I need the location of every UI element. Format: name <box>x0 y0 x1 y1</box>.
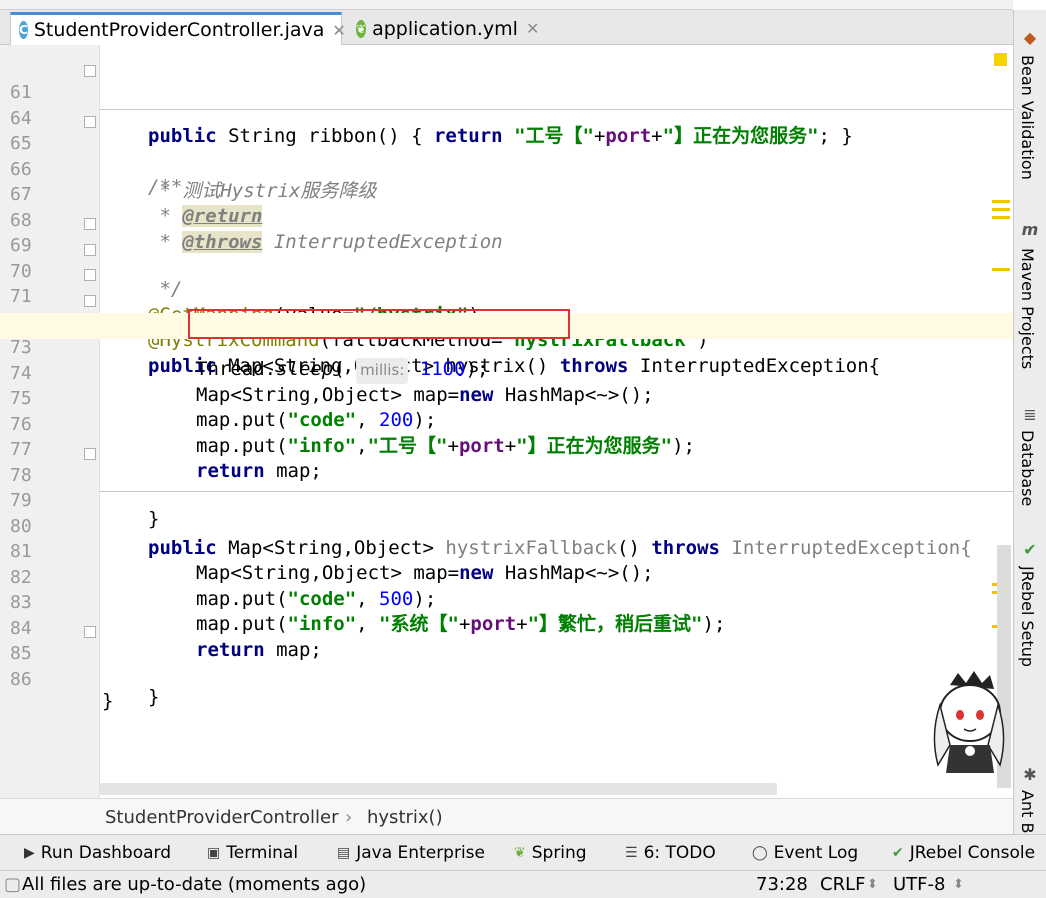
code-line: 83 map.put("info", "系统【"+port+"】繁忙，稍后重试"… <box>10 592 726 635</box>
status-bar: ▢ All files are up-to-date (moments ago)… <box>0 870 1046 898</box>
error-stripe-marker[interactable] <box>992 216 1010 219</box>
spring-icon: ❦ <box>514 845 526 861</box>
code-line: 64 <box>0 84 1013 129</box>
ant-icon: ✱ <box>1023 765 1037 784</box>
tool-event-log[interactable]: ◯ Event Log <box>752 843 858 863</box>
tab-student-provider-controller[interactable]: C StudentProviderController.java ✕ <box>10 12 346 45</box>
code-line: 66 * 测试Hystrix服务降级 <box>10 159 377 202</box>
right-tool-strip: ◆ Bean Validation m Maven Projects ≣ Dat… <box>1013 10 1046 834</box>
java-class-icon: C <box>19 21 28 39</box>
tool-terminal[interactable]: ▣ Terminal <box>207 843 298 863</box>
error-stripe-marker[interactable] <box>992 268 1010 271</box>
tool-run-dashboard[interactable]: ▶ Run Dashboard <box>24 843 171 863</box>
close-icon[interactable]: ✕ <box>526 19 539 38</box>
tool-jrebel-console[interactable]: ✔ JRebel Console <box>892 843 1035 863</box>
error-stripe-marker[interactable] <box>992 200 1010 203</box>
breadcrumb: StudentProviderController › hystrix() <box>0 798 1013 834</box>
database-icon: ≣ <box>1023 405 1037 424</box>
editor-tab-bar: C StudentProviderController.java ✕ ❦ app… <box>0 0 1013 45</box>
code-line: 65 /** <box>0 109 1013 198</box>
chevron-right-icon: › <box>345 807 353 828</box>
status-toggle-icon[interactable]: ▢ <box>4 874 21 895</box>
code-line: 86 } <box>10 669 114 712</box>
breadcrumb-class[interactable]: StudentProviderController <box>105 807 339 828</box>
spring-yml-icon: ❦ <box>356 19 367 38</box>
code-editor[interactable]: 61 public String ribbon() { return "工号【"… <box>0 45 1013 798</box>
tool-java-enterprise[interactable]: ▤ Java Enterprise <box>337 843 485 863</box>
file-encoding[interactable]: UTF-8 <box>893 874 945 895</box>
jrebel-icon: ✔ <box>1023 540 1037 559</box>
code-line: 74 Map<String,Object> map=new HashMap<~>… <box>10 363 654 406</box>
code-line: 85 } <box>0 619 1013 708</box>
code-line: 76 map.put("info","工号【"+port+"】正在为您服务"); <box>10 414 695 457</box>
caret-position[interactable]: 73:28 <box>756 874 808 895</box>
code-line: 78 } <box>0 441 1013 530</box>
red-highlight-box <box>188 309 570 339</box>
panel-ant-build[interactable]: Ant Build <box>1018 790 1037 834</box>
line-separator[interactable]: CRLF <box>820 874 865 895</box>
code-line: 61 public String ribbon() { return "工号【"… <box>0 58 1013 147</box>
code-line: 77 return map; <box>10 439 322 482</box>
code-line: 68 * @throws InterruptedException <box>10 210 503 253</box>
event-log-icon: ◯ <box>752 845 768 861</box>
status-message[interactable]: All files are up-to-date (moments ago) <box>22 874 366 895</box>
java-enterprise-icon: ▤ <box>337 845 351 861</box>
fold-icon[interactable] <box>84 218 96 230</box>
code-line: 79 <box>0 466 1013 511</box>
error-stripe-marker[interactable] <box>992 208 1010 211</box>
line-number: 86 <box>10 669 32 690</box>
todo-list-icon: ☰ <box>625 845 638 861</box>
code-line: 84 return map; <box>10 618 322 661</box>
chevron-updown-icon: ⬍ <box>953 877 964 892</box>
fold-icon[interactable] <box>84 626 96 638</box>
jrebel-icon: ✔ <box>892 845 904 861</box>
fold-icon[interactable] <box>84 295 96 307</box>
code-line: 80 public Map<String,Object> hystrixFall… <box>10 516 972 559</box>
terminal-icon: ▣ <box>207 845 221 861</box>
panel-jrebel-setup-guide[interactable]: JRebel Setup Guide <box>1018 566 1037 666</box>
panel-bean-validation[interactable]: Bean Validation <box>1018 55 1037 180</box>
breadcrumb-method[interactable]: hystrix() <box>367 807 443 828</box>
close-icon[interactable]: ✕ <box>332 21 345 40</box>
bean-validation-icon: ◆ <box>1023 28 1037 47</box>
tab-application-yml[interactable]: ❦ application.yml ✕ <box>348 12 540 45</box>
tool-spring[interactable]: ❦ Spring <box>514 843 587 863</box>
top-toolbar-strip <box>0 0 1013 10</box>
code-line: 82 map.put("code", 500); <box>10 567 437 610</box>
tool-window-bar: ▶ Run Dashboard ▣ Terminal ▤ Java Enterpris… <box>0 834 1046 870</box>
fold-icon[interactable] <box>84 116 96 128</box>
panel-database[interactable]: Database <box>1018 430 1037 506</box>
code-line: 75 map.put("code", 200); <box>10 388 437 431</box>
tab-label: application.yml <box>372 17 518 40</box>
code-line: 67 * @return <box>10 184 263 227</box>
code-line: 81 Map<String,Object> map=new HashMap<~>… <box>10 541 654 584</box>
tab-label: StudentProviderController.java <box>33 19 325 41</box>
fold-icon[interactable] <box>84 448 96 460</box>
code-line: 70 @GetMapping(value="/hystrix") <box>0 237 1013 326</box>
code-line: 69 */ <box>0 211 1013 300</box>
tool-todo[interactable]: ☰ 6: TODO <box>625 843 716 863</box>
horizontal-scrollbar[interactable] <box>100 783 777 795</box>
maven-icon: m <box>1021 220 1039 239</box>
run-icon: ▶ <box>24 845 35 861</box>
chevron-updown-icon: ⬍ <box>867 877 878 892</box>
fold-icon[interactable] <box>84 244 96 256</box>
fold-icon[interactable] <box>84 269 96 281</box>
panel-maven-projects[interactable]: Maven Projects <box>1018 248 1037 369</box>
code-line: 71 @HystrixCommand(fallbackMethod="hystr… <box>0 262 1013 351</box>
mascot-sticker-icon <box>933 671 1005 773</box>
fold-icon[interactable] <box>84 65 96 77</box>
